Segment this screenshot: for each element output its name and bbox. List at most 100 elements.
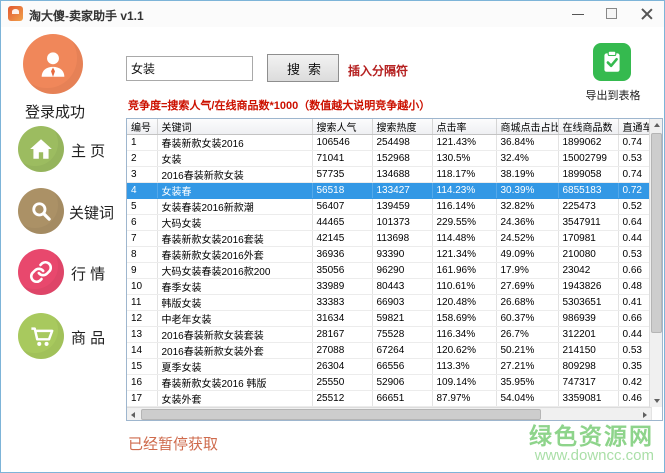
table-row[interactable]: 8 春装新款女装2016外套 36936 93390 121.34% 49.09% 2100… bbox=[127, 246, 652, 263]
table-cell: 14 bbox=[127, 342, 158, 359]
table-cell: 24.52% bbox=[496, 230, 559, 247]
table-cell: 116.34% bbox=[432, 326, 497, 343]
table-header-row: 编号关键词搜索人气搜索热度点击率商城点击占比在线商品数直通车参 bbox=[127, 119, 652, 135]
table-row[interactable]: 4 女装春 56518 133427 114.23% 30.39% 6855183 0.72 bbox=[127, 182, 652, 199]
keyword-table-body: 1 春装新款女装2016 106546 254498 121.43% 36.84% 1899… bbox=[127, 134, 652, 420]
table-row[interactable]: 2 女装 71041 152968 130.5% 32.4% 15002799 0.53 bbox=[127, 150, 652, 167]
column-header[interactable]: 商城点击占比 bbox=[496, 119, 559, 135]
table-cell: 747317 bbox=[558, 374, 619, 391]
table-cell: 36.84% bbox=[496, 134, 559, 151]
table-cell: 24.36% bbox=[496, 214, 559, 231]
sidebar-item-home[interactable] bbox=[18, 126, 64, 172]
competition-hint-text: 竞争度=搜索人气/在线商品数*1000（数值越大说明竞争越小） bbox=[128, 100, 431, 112]
sidebar-item-market-label[interactable]: 行 情 bbox=[71, 263, 105, 284]
table-row[interactable]: 17 女装外套 25512 66651 87.97% 54.04% 3359081 0.46 bbox=[127, 390, 652, 407]
minimize-button[interactable] bbox=[562, 1, 596, 27]
sidebar-item-keywords-label[interactable]: 关键词 bbox=[69, 202, 114, 223]
table-cell: 1899058 bbox=[558, 166, 619, 183]
column-header[interactable]: 在线商品数 bbox=[558, 119, 619, 135]
search-button[interactable]: 搜索 bbox=[267, 54, 339, 82]
vertical-scrollbar[interactable] bbox=[649, 119, 662, 407]
table-row[interactable]: 7 春装新款女装2016套装 42145 113698 114.48% 24.52% 170… bbox=[127, 230, 652, 247]
link-icon bbox=[29, 260, 53, 284]
table-cell: 0.53 bbox=[618, 246, 652, 263]
table-cell: 16 bbox=[127, 374, 158, 391]
close-button[interactable] bbox=[630, 1, 664, 27]
sidebar-item-market[interactable] bbox=[18, 249, 64, 295]
table-cell: 0.66 bbox=[618, 310, 652, 327]
scroll-left-button[interactable] bbox=[127, 408, 140, 420]
sidebar-item-products-label[interactable]: 商 品 bbox=[71, 327, 105, 348]
scroll-down-button[interactable] bbox=[650, 394, 662, 407]
table-cell: 312201 bbox=[558, 326, 619, 343]
table-cell: 25550 bbox=[312, 374, 373, 391]
export-to-excel-button[interactable] bbox=[593, 43, 631, 81]
table-cell: 26.68% bbox=[496, 294, 559, 311]
table-cell: 49.09% bbox=[496, 246, 559, 263]
home-icon bbox=[30, 139, 52, 159]
column-header[interactable]: 点击率 bbox=[432, 119, 497, 135]
sidebar-item-home-label[interactable]: 主 页 bbox=[71, 140, 105, 161]
maximize-button[interactable] bbox=[596, 1, 630, 27]
table-cell: 93390 bbox=[372, 246, 433, 263]
table-cell: 春装新款女装2016 韩版 bbox=[157, 374, 313, 391]
table-cell: 1899062 bbox=[558, 134, 619, 151]
close-icon bbox=[641, 8, 653, 20]
table-row[interactable]: 13 2016春装新款女装套装 28167 75528 116.34% 26.7% 3122… bbox=[127, 326, 652, 343]
table-cell: 57735 bbox=[312, 166, 373, 183]
column-header[interactable]: 编号 bbox=[127, 119, 158, 135]
table-cell: 0.53 bbox=[618, 150, 652, 167]
table-cell: 5303651 bbox=[558, 294, 619, 311]
scroll-right-button[interactable] bbox=[638, 408, 651, 420]
table-cell: 26304 bbox=[312, 358, 373, 375]
table-cell: 96290 bbox=[372, 262, 433, 279]
table-row[interactable]: 15 夏季女装 26304 66556 113.3% 27.21% 809298 0.35 bbox=[127, 358, 652, 375]
table-cell: 32.4% bbox=[496, 150, 559, 167]
column-header[interactable]: 搜索人气 bbox=[312, 119, 373, 135]
insert-separator-link[interactable]: 插入分隔符 bbox=[348, 62, 408, 79]
table-cell: 2016春装新款女装 bbox=[157, 166, 313, 183]
table-cell: 158.69% bbox=[432, 310, 497, 327]
table-cell: 109.14% bbox=[432, 374, 497, 391]
table-cell: 15002799 bbox=[558, 150, 619, 167]
table-cell: 139459 bbox=[372, 198, 433, 215]
table-cell: 23042 bbox=[558, 262, 619, 279]
table-row[interactable]: 5 女装春装2016新款潮 56407 139459 116.14% 32.82% 2254… bbox=[127, 198, 652, 215]
table-cell: 女装外套 bbox=[157, 390, 313, 407]
vertical-scroll-thumb[interactable] bbox=[651, 133, 662, 333]
scroll-up-button[interactable] bbox=[650, 119, 662, 132]
table-cell: 133427 bbox=[372, 182, 433, 199]
sidebar-item-keywords[interactable] bbox=[18, 188, 64, 234]
table-row[interactable]: 1 春装新款女装2016 106546 254498 121.43% 36.84% 1899… bbox=[127, 134, 652, 151]
table-row[interactable]: 10 春季女装 33989 80443 110.61% 27.69% 1943826 0.48 bbox=[127, 278, 652, 295]
table-cell: 114.23% bbox=[432, 182, 497, 199]
table-cell: 120.62% bbox=[432, 342, 497, 359]
table-row[interactable]: 14 2016春装新款女装外套 27088 67264 120.62% 50.21% 214… bbox=[127, 342, 652, 359]
table-row[interactable]: 6 大码女装 44465 101373 229.55% 24.36% 3547911 0.64 bbox=[127, 214, 652, 231]
keyword-search-input[interactable] bbox=[126, 56, 253, 81]
sidebar-item-products[interactable] bbox=[18, 313, 64, 359]
table-cell: 9 bbox=[127, 262, 158, 279]
column-header[interactable]: 直通车参 bbox=[618, 119, 652, 135]
table-cell: 春装新款女装2016 bbox=[157, 134, 313, 151]
column-header[interactable]: 关键词 bbox=[157, 119, 313, 135]
table-cell: 27.69% bbox=[496, 278, 559, 295]
table-row[interactable]: 11 韩版女装 33383 66903 120.48% 26.68% 5303651 0.41 bbox=[127, 294, 652, 311]
table-cell: 2016春装新款女装外套 bbox=[157, 342, 313, 359]
table-row[interactable]: 16 春装新款女装2016 韩版 25550 52906 109.14% 35.95% 74… bbox=[127, 374, 652, 391]
horizontal-scroll-thumb[interactable] bbox=[141, 409, 541, 420]
table-cell: 2016春装新款女装套装 bbox=[157, 326, 313, 343]
table-cell: 17.9% bbox=[496, 262, 559, 279]
table-cell: 夏季女装 bbox=[157, 358, 313, 375]
table-row[interactable]: 3 2016春装新款女装 57735 134688 118.17% 38.19% 18990… bbox=[127, 166, 652, 183]
table-cell: 214150 bbox=[558, 342, 619, 359]
table-cell: 210080 bbox=[558, 246, 619, 263]
table-cell: 0.46 bbox=[618, 390, 652, 407]
table-cell: 120.48% bbox=[432, 294, 497, 311]
table-row[interactable]: 9 大码女装春装2016款200 35056 96290 161.96% 17.9% 230… bbox=[127, 262, 652, 279]
table-row[interactable]: 12 中老年女装 31634 59821 158.69% 60.37% 986939 0.66 bbox=[127, 310, 652, 327]
column-header[interactable]: 搜索热度 bbox=[372, 119, 433, 135]
table-cell: 8 bbox=[127, 246, 158, 263]
table-cell: 0.74 bbox=[618, 134, 652, 151]
horizontal-scrollbar[interactable] bbox=[127, 407, 651, 420]
